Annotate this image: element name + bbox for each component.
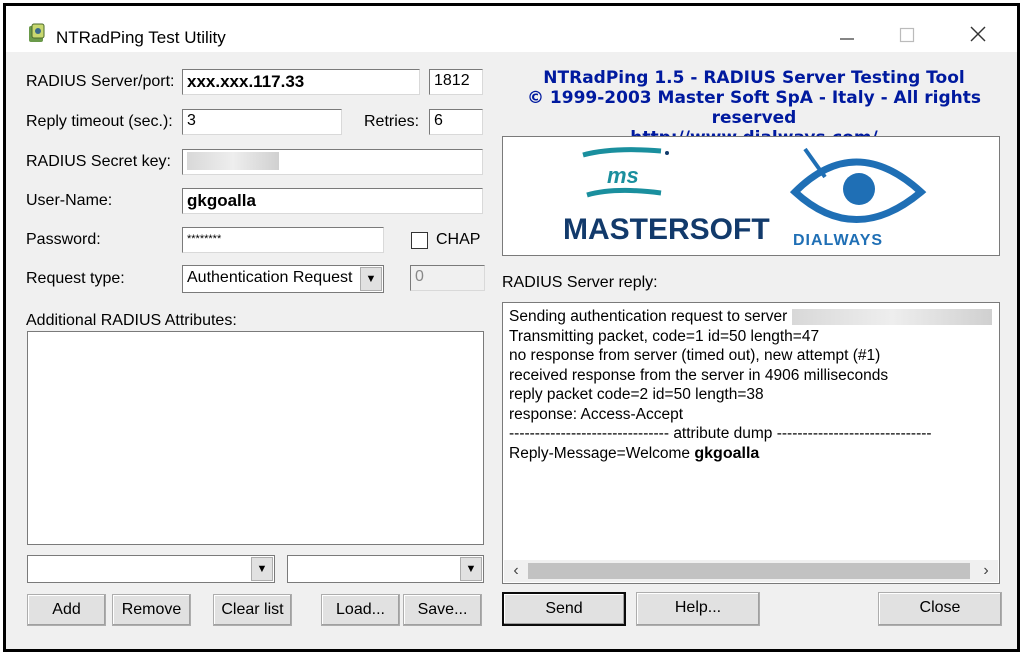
scroll-left-icon[interactable]: ‹	[506, 560, 526, 582]
logo-panel: ms MASTERSOFT DIALWAYS	[502, 136, 1000, 256]
redacted-server	[791, 308, 992, 325]
close-button[interactable]: Close	[878, 592, 1002, 626]
ntradping-window: NTRadPing Test Utility RADIUS Server/por…	[3, 3, 1020, 652]
password-label: Password:	[26, 231, 101, 248]
attribute-name-select[interactable]: ▼	[27, 555, 275, 583]
reply-line: ------------------------------- attribut…	[509, 425, 932, 442]
horizontal-scrollbar[interactable]: ‹ ›	[504, 560, 998, 582]
request-type-select[interactable]: Authentication Request ▼	[182, 265, 384, 293]
add-button[interactable]: Add	[27, 594, 106, 626]
scroll-right-icon[interactable]: ›	[976, 560, 996, 582]
attributes-list[interactable]	[27, 331, 484, 545]
reply-line: response: Access-Accept	[509, 405, 684, 423]
chap-label: CHAP	[436, 231, 481, 248]
server-address-input[interactable]: xxx.xxx.117.33	[182, 69, 420, 95]
send-button[interactable]: Send	[502, 592, 626, 626]
request-type-label: Request type:	[26, 270, 125, 287]
clear-list-button[interactable]: Clear list	[213, 594, 292, 626]
redacted-secret	[187, 152, 279, 170]
password-input[interactable]: ********	[182, 227, 384, 253]
username-label: User-Name:	[26, 192, 113, 209]
attributes-label: Additional RADIUS Attributes:	[26, 312, 237, 329]
secret-key-label: RADIUS Secret key:	[26, 153, 171, 170]
reply-line: received response from the server in 490…	[509, 366, 889, 384]
chevron-down-icon[interactable]: ▼	[460, 557, 482, 581]
maximize-icon[interactable]	[887, 22, 927, 50]
retries-input[interactable]: 6	[429, 109, 483, 135]
reply-line: Reply-Message=Welcome gkgoalla	[509, 444, 760, 462]
remove-button[interactable]: Remove	[112, 594, 191, 626]
reply-line: Sending authentication request to server	[509, 307, 993, 327]
reply-line: reply packet code=2 id=50 length=38	[509, 386, 764, 403]
window-title: NTRadPing Test Utility	[56, 28, 226, 47]
svg-text:MASTERSOFT: MASTERSOFT	[563, 213, 770, 246]
server-reply-output[interactable]: Sending authentication request to server…	[502, 302, 1000, 584]
help-button[interactable]: Help...	[636, 592, 760, 626]
chevron-down-icon[interactable]: ▼	[251, 557, 273, 581]
about-line-1: NTRadPing 1.5 - RADIUS Server Testing To…	[543, 68, 965, 88]
reply-line: Transmitting packet, code=1 id=50 length…	[509, 327, 820, 345]
timeout-label: Reply timeout (sec.):	[26, 113, 173, 130]
dialways-logo: DIALWAYS	[789, 147, 927, 249]
chevron-down-icon[interactable]: ▼	[360, 267, 382, 291]
svg-text:DIALWAYS: DIALWAYS	[793, 232, 883, 249]
request-code-input: 0	[410, 265, 485, 291]
app-icon	[29, 23, 45, 42]
minimize-icon[interactable]	[827, 22, 867, 50]
chap-checkbox[interactable]	[411, 232, 428, 249]
mastersoft-logo: ms MASTERSOFT	[563, 147, 770, 246]
title-bar: NTRadPing Test Utility	[6, 6, 1017, 52]
logos-graphic: ms MASTERSOFT DIALWAYS	[563, 147, 927, 249]
about-line-2: © 1999-2003 Master Soft SpA - Italy - Al…	[527, 88, 981, 128]
attribute-value-select[interactable]: ▼	[287, 555, 484, 583]
server-reply-label: RADIUS Server reply:	[502, 274, 658, 291]
username-input[interactable]: gkgoalla	[182, 188, 483, 214]
retries-label: Retries:	[364, 113, 420, 130]
reply-line: no response from server (timed out), new…	[509, 347, 881, 364]
save-button[interactable]: Save...	[403, 594, 482, 626]
timeout-input[interactable]: 3	[182, 109, 342, 135]
load-button[interactable]: Load...	[321, 594, 400, 626]
server-port-label: RADIUS Server/port:	[26, 73, 175, 90]
secret-key-input[interactable]	[182, 149, 483, 175]
close-icon[interactable]	[958, 22, 998, 50]
scrollbar-thumb[interactable]	[528, 563, 970, 579]
svg-text:ms: ms	[607, 163, 639, 188]
port-input[interactable]: 1812	[429, 69, 483, 95]
request-type-value: Authentication Request	[187, 269, 353, 286]
